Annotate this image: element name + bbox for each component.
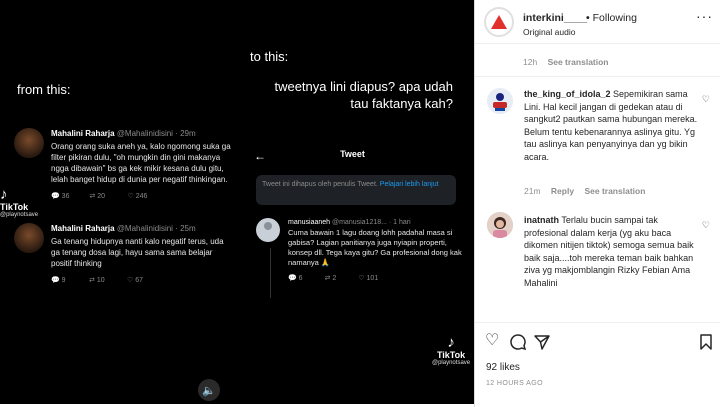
like-count: ♡ 101 xyxy=(358,275,379,282)
retweet-count: ⇄ 2 xyxy=(324,275,337,282)
retweet-count-value: 20 xyxy=(97,193,106,200)
reply-count-value: 9 xyxy=(61,277,66,284)
like-count-value: 246 xyxy=(135,193,148,200)
retweet-count: ⇄ 10 xyxy=(89,277,105,284)
comment-time: 12h xyxy=(523,57,538,67)
tweet-author-handle: @Mahalinidisini · 25m xyxy=(116,224,196,233)
comment-username[interactable]: inatnath xyxy=(524,215,559,225)
tiktok-brand: TikTok xyxy=(0,202,29,212)
comment: inatnath Terlalu bucin sampai tak profes… xyxy=(524,214,702,290)
more-options-icon[interactable]: ··· xyxy=(696,8,713,24)
like-icon[interactable]: ♡ xyxy=(485,331,499,351)
comment-meta: 21m Reply See translation xyxy=(524,186,645,196)
like-count: ♡ 246 xyxy=(127,193,148,200)
share-icon[interactable] xyxy=(533,331,551,357)
reply-button[interactable]: Reply xyxy=(551,186,574,196)
comment-text: Terlalu bucin sampai tak profesional dal… xyxy=(524,215,694,288)
deleted-notice-text: Tweet ini dihapus oleh penulis Tweet. xyxy=(262,181,378,188)
caption-from: from this: xyxy=(17,82,71,97)
like-count-value: 67 xyxy=(135,277,144,284)
post-header: interkini____ • Following Original audio… xyxy=(475,0,720,44)
avatar[interactable] xyxy=(487,212,513,238)
tiktok-icon: ♪ xyxy=(447,334,455,351)
reply-count-value: 6 xyxy=(298,275,303,282)
retweet-count: ⇄ 20 xyxy=(89,193,106,200)
tweet-text: Orang orang suka aneh ya, kalo ngomong s… xyxy=(51,142,231,184)
post-actions: ♡ xyxy=(485,331,713,353)
avatar-image-icon xyxy=(487,212,513,238)
deleted-tweet-notice: Tweet ini dihapus oleh penulis Tweet. Pe… xyxy=(256,175,456,205)
tiktok-watermark: ♪ TikTok @playnotsave xyxy=(432,334,471,366)
see-translation-button[interactable]: See translation xyxy=(584,186,645,196)
retweet-count-value: 10 xyxy=(96,277,105,284)
tiktok-watermark: ♪ TikTok @playnotsave xyxy=(0,186,39,218)
heart-icon[interactable]: ♡ xyxy=(702,220,710,231)
comment-username[interactable]: the_king_of_idola_2 xyxy=(524,89,611,99)
caption-question: tweetnya lini diapus? apa udah tau fakta… xyxy=(274,79,453,111)
avatar xyxy=(14,223,44,253)
tweet-author-handle: @Mahalinidisini · 29m xyxy=(116,129,196,138)
tweet-author-name: Mahalini Raharja xyxy=(51,224,115,233)
divider xyxy=(475,76,720,77)
heart-icon[interactable]: ♡ xyxy=(702,94,710,105)
tiktok-user: @playnotsave xyxy=(432,360,471,366)
tiktok-brand: TikTok xyxy=(436,350,466,360)
tweet-screen-title: Tweet xyxy=(340,149,365,159)
divider xyxy=(475,322,720,323)
comment-text: Sepemikiran sama Lini. Hal kecil jangan … xyxy=(524,89,698,162)
likes-count[interactable]: 92 likes xyxy=(486,362,520,373)
reply-count: 💬 9 xyxy=(51,277,66,284)
bookmark-icon[interactable] xyxy=(699,331,713,357)
post-username[interactable]: interkini____ xyxy=(523,12,587,24)
retweet-count-value: 2 xyxy=(332,275,337,282)
like-count: ♡ 67 xyxy=(127,277,144,284)
instagram-panel: interkini____ • Following Original audio… xyxy=(474,0,720,407)
reply-count: 💬 6 xyxy=(288,275,303,282)
tweet-text: Ga tenang hidupnya nanti kalo negatif te… xyxy=(51,237,224,268)
speaker-icon[interactable]: 🔈 xyxy=(198,379,220,401)
logo-icon xyxy=(491,15,507,29)
thread-line xyxy=(270,248,271,298)
reply-text: Cuma bawain 1 lagu doang lohh padahal ma… xyxy=(288,228,462,267)
reply-count: 💬 36 xyxy=(51,193,70,200)
avatar[interactable] xyxy=(487,88,513,114)
original-audio-link[interactable]: Original audio xyxy=(523,27,575,37)
comment-meta: 12h See translation xyxy=(523,57,609,67)
learn-more-link: Pelajari lebih lanjut xyxy=(379,181,439,188)
avatar-image-icon xyxy=(487,88,513,114)
see-translation-button[interactable]: See translation xyxy=(548,57,609,67)
video-player[interactable]: from this: to this: tweetnya lini diapus… xyxy=(0,0,474,404)
default-avatar-icon xyxy=(256,218,280,242)
follow-status: Following xyxy=(592,12,637,24)
reply-count-value: 36 xyxy=(61,193,70,200)
like-count-value: 101 xyxy=(366,275,379,282)
comment-time: 21m xyxy=(524,186,541,196)
reply-author-handle: @manusia1218... · 1 hari xyxy=(331,219,411,226)
caption-to: to this: xyxy=(250,49,289,64)
following-button[interactable]: • Following xyxy=(586,12,637,24)
comment-icon[interactable] xyxy=(509,331,527,357)
tiktok-icon: ♪ xyxy=(0,186,8,203)
post-date: 12 HOURS AGO xyxy=(486,380,543,387)
reply-author-name: manusiaaneh xyxy=(288,219,331,226)
avatar[interactable] xyxy=(484,7,514,37)
comment: the_king_of_idola_2 Sepemikiran sama Lin… xyxy=(524,88,702,164)
avatar xyxy=(14,128,44,158)
tiktok-user: @playnotsave xyxy=(0,212,39,218)
tweet-author-name: Mahalini Raharja xyxy=(51,129,115,138)
